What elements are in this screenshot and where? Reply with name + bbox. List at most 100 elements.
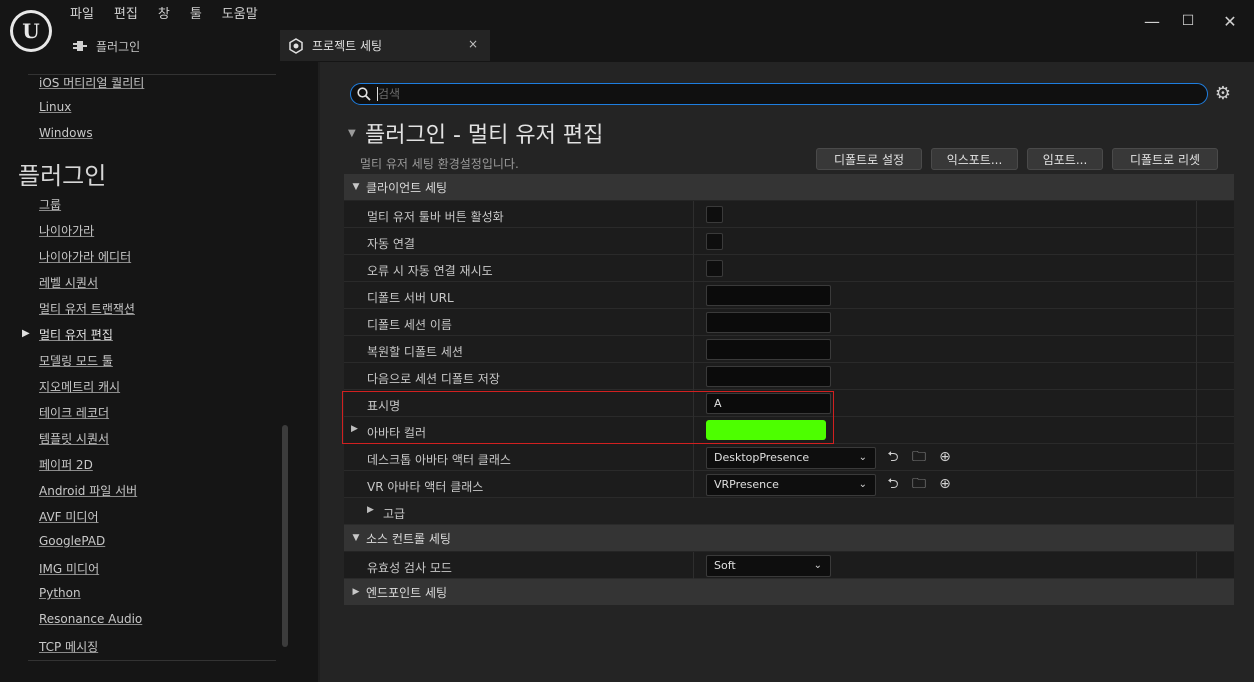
column-splitter[interactable] <box>693 228 694 255</box>
settings-cube-icon <box>289 37 303 54</box>
browse-folder-icon[interactable]: 🗀 <box>910 448 928 466</box>
section-collapse-icon[interactable]: ▼ <box>348 128 356 139</box>
toolbar-button-checkbox[interactable] <box>706 206 723 223</box>
sidebar-item-multiuser-transactions[interactable]: 멀티 유저 트랜잭션 <box>39 300 135 317</box>
expand-icon[interactable]: ▶ <box>367 505 374 515</box>
advanced-label: 고급 <box>383 507 406 521</box>
column-splitter[interactable] <box>693 255 694 282</box>
column-splitter[interactable] <box>693 471 694 498</box>
import-button[interactable]: 임포트... <box>1027 148 1103 170</box>
property-row: VR 아바타 액터 클래스 VRPresence ⌄ ⮌ 🗀 ⊕ <box>344 471 1234 498</box>
asset-actions: ⮌ 🗀 ⊕ <box>884 475 954 493</box>
sidebar-item-modeling-tools[interactable]: 모델링 모드 툴 <box>39 352 113 369</box>
sidebar-item-multiuser-editing[interactable]: 멀티 유저 편집 <box>39 326 113 343</box>
sidebar-item-take-recorder[interactable]: 테이크 레코더 <box>39 404 109 421</box>
avatar-color-swatch[interactable] <box>706 420 826 440</box>
set-default-button[interactable]: 디폴트로 설정 <box>816 148 922 170</box>
category-client-settings[interactable]: ▼ 클라이언트 세팅 <box>344 174 1234 200</box>
property-label: 디폴트 서버 URL <box>367 291 454 305</box>
display-name-field[interactable]: A <box>706 393 831 414</box>
close-button[interactable]: ✕ <box>1219 10 1241 32</box>
search-input[interactable] <box>378 85 1198 103</box>
expand-icon[interactable]: ▶ <box>351 424 358 434</box>
category-label: 엔드포인트 세팅 <box>366 585 448 600</box>
retry-auto-connect-checkbox[interactable] <box>706 260 723 277</box>
column-splitter <box>1196 552 1197 579</box>
menu-edit[interactable]: 편집 <box>104 6 148 24</box>
combo-value: Soft <box>714 559 736 572</box>
unreal-logo-icon[interactable]: U <box>10 10 52 52</box>
vr-avatar-combo[interactable]: VRPresence ⌄ <box>706 474 876 496</box>
property-label: 아바타 컬러 <box>367 426 427 440</box>
search-icon <box>357 87 371 101</box>
sidebar-item-template-sequencer[interactable]: 템플릿 시퀀서 <box>39 430 109 447</box>
use-selected-icon[interactable]: ⮌ <box>884 448 902 466</box>
tab-project-settings[interactable]: 프로젝트 세팅 × <box>280 30 490 61</box>
page-description: 멀티 유저 세팅 환경설정입니다. <box>360 157 519 171</box>
column-splitter[interactable] <box>693 282 694 309</box>
column-splitter[interactable] <box>693 201 694 228</box>
default-session-name-field[interactable] <box>706 312 831 333</box>
sidebar-item-tcp-messaging[interactable]: TCP 메시징 <box>39 638 98 655</box>
collapse-icon: ▼ <box>352 182 360 192</box>
property-row: 디폴트 세션 이름 <box>344 309 1234 336</box>
use-selected-icon[interactable]: ⮌ <box>884 475 902 493</box>
category-source-control[interactable]: ▼ 소스 컨트롤 세팅 <box>344 525 1234 551</box>
menu-tools[interactable]: 툴 <box>180 6 212 24</box>
column-splitter[interactable] <box>693 552 694 579</box>
reset-default-button[interactable]: 디폴트로 리셋 <box>1112 148 1218 170</box>
auto-connect-checkbox[interactable] <box>706 233 723 250</box>
browse-folder-icon[interactable]: 🗀 <box>910 475 928 493</box>
sidebar-scrollbar[interactable] <box>282 425 288 647</box>
column-splitter <box>1196 228 1197 255</box>
sidebar-item-windows[interactable]: Windows <box>39 126 93 140</box>
sidebar-item-paper2d[interactable]: 페이퍼 2D <box>39 456 93 473</box>
column-splitter[interactable] <box>693 444 694 471</box>
sidebar-heading-plugins: 플러그인 <box>18 162 107 190</box>
default-server-url-field[interactable] <box>706 285 831 306</box>
sidebar-item-niagara-editor[interactable]: 나이아가라 에디터 <box>39 248 131 265</box>
column-splitter <box>1196 336 1197 363</box>
sidebar-item-geometry-cache[interactable]: 지오메트리 캐시 <box>39 378 120 395</box>
add-new-icon[interactable]: ⊕ <box>936 448 954 466</box>
add-new-icon[interactable]: ⊕ <box>936 475 954 493</box>
column-splitter[interactable] <box>693 417 694 444</box>
sidebar-item-python[interactable]: Python <box>39 586 81 600</box>
property-label: 멀티 유저 툴바 버튼 활성화 <box>367 210 504 224</box>
menu-window[interactable]: 창 <box>148 6 180 24</box>
maximize-button[interactable]: ☐ <box>1177 10 1199 32</box>
sidebar-item-android-file-server[interactable]: Android 파일 서버 <box>39 482 137 499</box>
sidebar-item-linux[interactable]: Linux <box>39 100 71 114</box>
sidebar-item-niagara[interactable]: 나이아가라 <box>39 222 94 239</box>
export-button[interactable]: 익스포트... <box>931 148 1018 170</box>
gear-icon[interactable]: ⚙ <box>1213 84 1233 104</box>
property-row-advanced[interactable]: ▶ 고급 <box>344 498 1234 525</box>
sidebar-item-level-sequencer[interactable]: 레벨 시퀀서 <box>39 274 98 291</box>
tab-plugins[interactable]: 플러그인 <box>72 34 140 58</box>
sidebar-item-avf-media[interactable]: AVF 미디어 <box>39 508 99 525</box>
desktop-avatar-combo[interactable]: DesktopPresence ⌄ <box>706 447 876 469</box>
sidebar-item-groups[interactable]: 그룹 <box>39 196 61 213</box>
column-splitter[interactable] <box>693 336 694 363</box>
sidebar-item-ios-material[interactable]: iOS 머티리얼 퀄리티 <box>39 74 144 91</box>
sidebar-item-img-media[interactable]: IMG 미디어 <box>39 560 99 577</box>
page-title: 플러그인 - 멀티 유저 편집 <box>365 123 604 148</box>
tab-close-icon[interactable]: × <box>468 37 478 51</box>
expand-icon: ▶ <box>352 587 360 597</box>
default-save-session-field[interactable] <box>706 366 831 387</box>
menu-file[interactable]: 파일 <box>60 6 104 24</box>
column-splitter <box>1196 201 1197 228</box>
default-session-restore-field[interactable] <box>706 339 831 360</box>
validation-mode-combo[interactable]: Soft ⌄ <box>706 555 831 577</box>
category-endpoint-settings[interactable]: ▶ 엔드포인트 세팅 <box>344 579 1234 605</box>
menu-help[interactable]: 도움말 <box>212 6 268 24</box>
sidebar-item-resonance-audio[interactable]: Resonance Audio <box>39 612 142 626</box>
column-splitter <box>1196 390 1197 417</box>
sidebar-item-googlepad[interactable]: GooglePAD <box>39 534 105 548</box>
chevron-down-icon: ⌄ <box>858 452 867 463</box>
column-splitter[interactable] <box>693 363 694 390</box>
column-splitter[interactable] <box>693 390 694 417</box>
collapse-icon: ▼ <box>352 533 360 543</box>
minimize-button[interactable]: — <box>1141 10 1163 32</box>
column-splitter[interactable] <box>693 309 694 336</box>
